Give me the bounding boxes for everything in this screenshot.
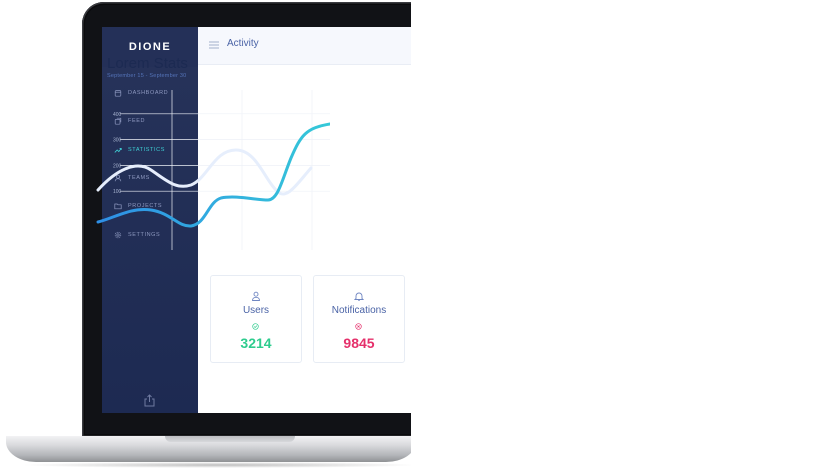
stats-chart: 500 400 300 200 100 <box>96 90 330 250</box>
notifications-count: 9845 <box>343 335 375 351</box>
users-count: 3214 <box>240 335 272 351</box>
laptop-mockup: DIONE DASHBOARD FEED STATISTICS TEAMS PR… <box>0 0 411 475</box>
bell-icon <box>354 292 364 301</box>
y-tick-label: 500 <box>113 90 122 92</box>
page-title: Activity <box>227 38 259 49</box>
y-tick-label: 100 <box>113 189 122 195</box>
y-tick-label: 300 <box>113 138 122 144</box>
y-tick-label: 200 <box>113 163 122 169</box>
users-card[interactable]: Users 3214 <box>210 275 302 363</box>
check-circle-icon <box>252 323 259 330</box>
top-bar: Activity <box>198 27 411 65</box>
laptop-notch <box>165 436 295 442</box>
y-tick-label: 400 <box>113 112 122 118</box>
share-icon[interactable] <box>144 394 155 407</box>
notifications-label: Notifications <box>331 305 387 316</box>
date-range: September 15 - September 30 <box>107 73 187 79</box>
x-circle-icon <box>355 323 362 330</box>
laptop-shadow <box>20 462 411 468</box>
stats-title: Lorem Stats <box>107 55 188 72</box>
notifications-card[interactable]: Notifications 9845 <box>313 275 405 363</box>
menu-icon[interactable] <box>209 41 219 49</box>
user-icon <box>252 291 260 301</box>
users-label: Users <box>242 305 270 316</box>
y-axis-ticks: 500 400 300 200 100 <box>113 90 122 195</box>
